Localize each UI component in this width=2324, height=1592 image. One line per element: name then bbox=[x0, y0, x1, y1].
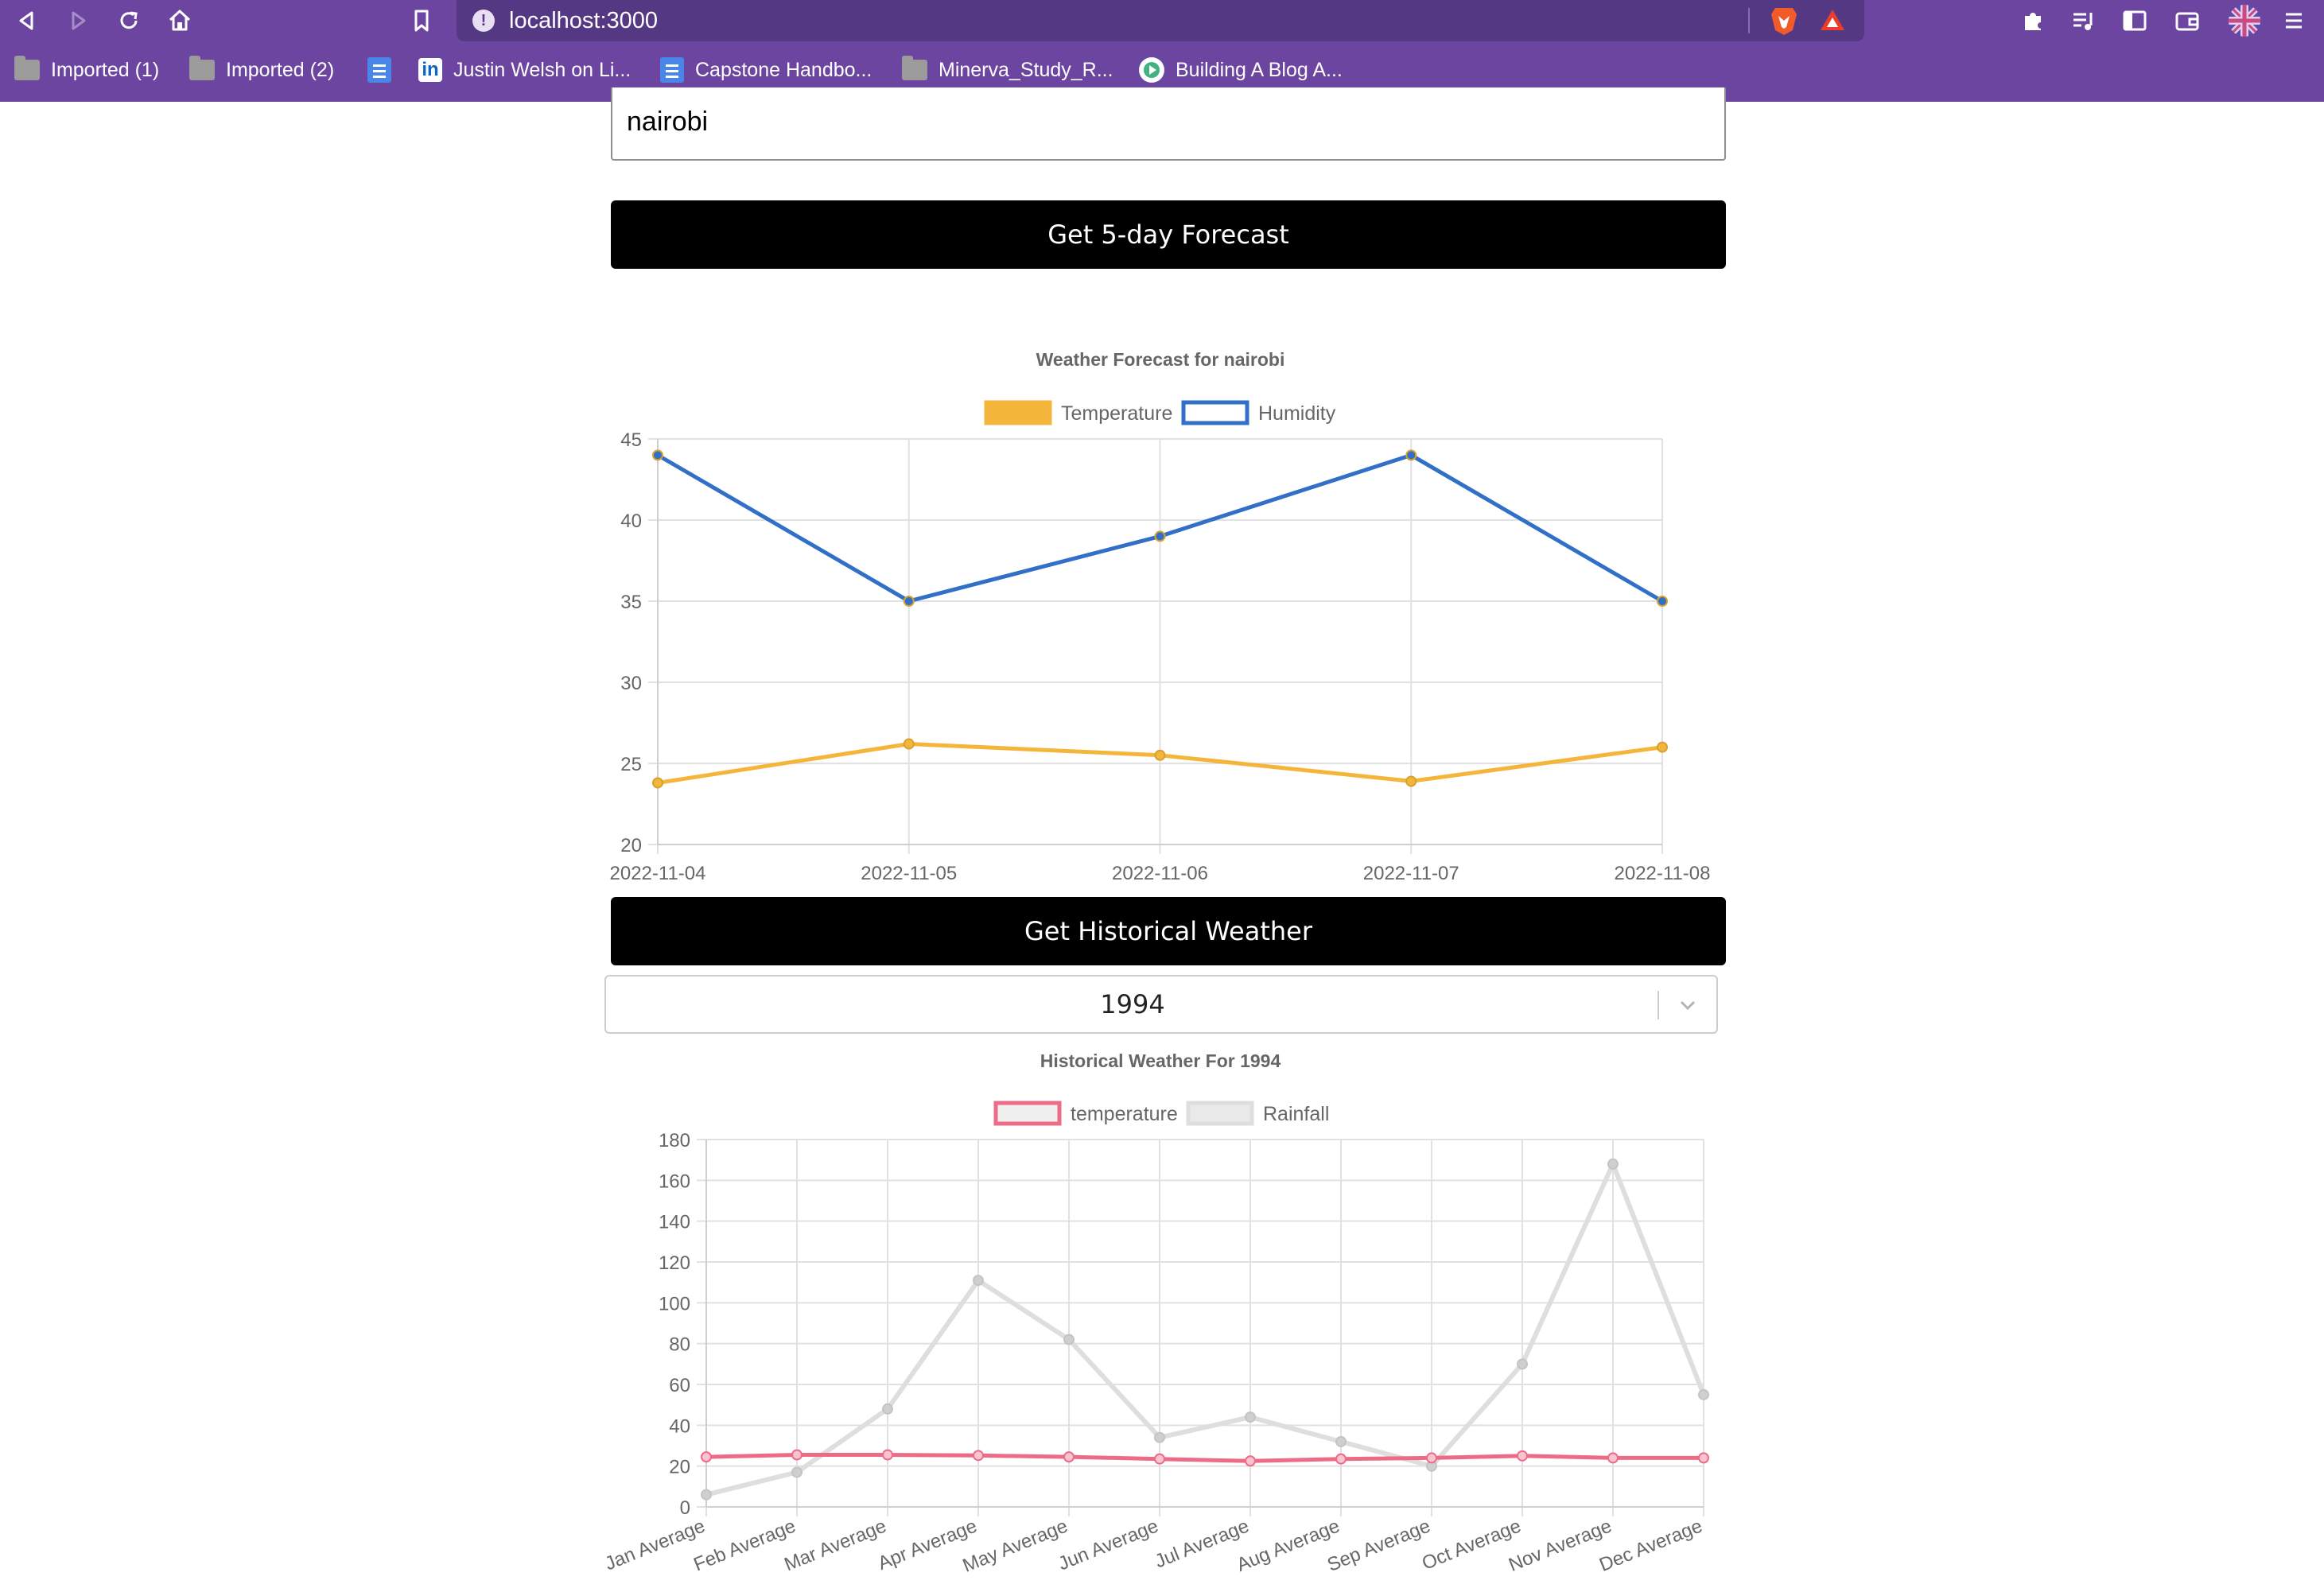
data-point-rainfall bbox=[1335, 1435, 1347, 1447]
data-point-rainfall bbox=[1607, 1158, 1619, 1170]
data-point-temperature bbox=[1154, 1453, 1165, 1465]
data-point-rainfall bbox=[973, 1275, 984, 1287]
data-point-temperature bbox=[1063, 1451, 1075, 1463]
x-tick-label: May Average bbox=[960, 1516, 1071, 1577]
data-point-rainfall bbox=[1517, 1358, 1528, 1370]
legend-label: Rainfall bbox=[1263, 1103, 1329, 1125]
data-point-temperature bbox=[1245, 1455, 1256, 1467]
legend-swatch bbox=[993, 1101, 1062, 1126]
series-line-temperature bbox=[705, 1453, 1704, 1463]
data-point-rainfall bbox=[882, 1403, 893, 1415]
y-tick-label: 80 bbox=[669, 1334, 690, 1356]
data-point-rainfall bbox=[1245, 1411, 1256, 1423]
data-point-rainfall bbox=[701, 1489, 712, 1501]
historical-chart: Historical Weather For 1994 temperature Ra… bbox=[602, 1050, 1709, 1577]
x-tick-label: Aug Average bbox=[1234, 1516, 1343, 1576]
y-tick-label: 180 bbox=[659, 1130, 690, 1151]
y-tick-label: 20 bbox=[669, 1457, 690, 1478]
data-point-rainfall bbox=[1154, 1431, 1165, 1443]
legend-label: temperature bbox=[1071, 1103, 1178, 1125]
data-point-temperature bbox=[791, 1449, 803, 1461]
data-point-temperature bbox=[1426, 1452, 1437, 1464]
data-point-temperature bbox=[1698, 1452, 1709, 1464]
y-tick-label: 60 bbox=[669, 1375, 690, 1396]
x-tick-label: Sep Average bbox=[1324, 1516, 1433, 1576]
data-point-temperature bbox=[701, 1451, 712, 1463]
x-tick-label: Nov Average bbox=[1506, 1516, 1615, 1576]
data-point-rainfall bbox=[791, 1466, 803, 1478]
x-tick-label: Feb Average bbox=[690, 1516, 799, 1576]
x-tick-label: Jun Average bbox=[1055, 1516, 1161, 1575]
data-point-rainfall bbox=[1698, 1388, 1709, 1400]
data-point-temperature bbox=[1517, 1450, 1528, 1462]
data-point-temperature bbox=[1607, 1452, 1619, 1464]
x-tick-label: Jan Average bbox=[602, 1516, 708, 1575]
y-tick-label: 140 bbox=[659, 1212, 690, 1233]
chart-title: Historical Weather For 1994 bbox=[1040, 1050, 1281, 1071]
y-tick-label: 40 bbox=[669, 1415, 690, 1437]
series-line-rainfall bbox=[705, 1161, 1706, 1497]
data-point-temperature bbox=[1335, 1453, 1347, 1465]
x-tick-label: Dec Average bbox=[1596, 1516, 1705, 1576]
x-tick-label: Mar Average bbox=[781, 1516, 889, 1576]
y-tick-label: 160 bbox=[659, 1171, 690, 1192]
y-tick-label: 100 bbox=[659, 1293, 690, 1314]
y-tick-label: 120 bbox=[659, 1252, 690, 1274]
data-point-temperature bbox=[973, 1450, 984, 1462]
legend-swatch bbox=[1186, 1101, 1254, 1126]
x-tick-label: Oct Average bbox=[1419, 1516, 1524, 1575]
data-point-rainfall bbox=[1063, 1334, 1075, 1345]
y-tick-label: 0 bbox=[680, 1497, 690, 1519]
data-point-temperature bbox=[882, 1449, 893, 1461]
